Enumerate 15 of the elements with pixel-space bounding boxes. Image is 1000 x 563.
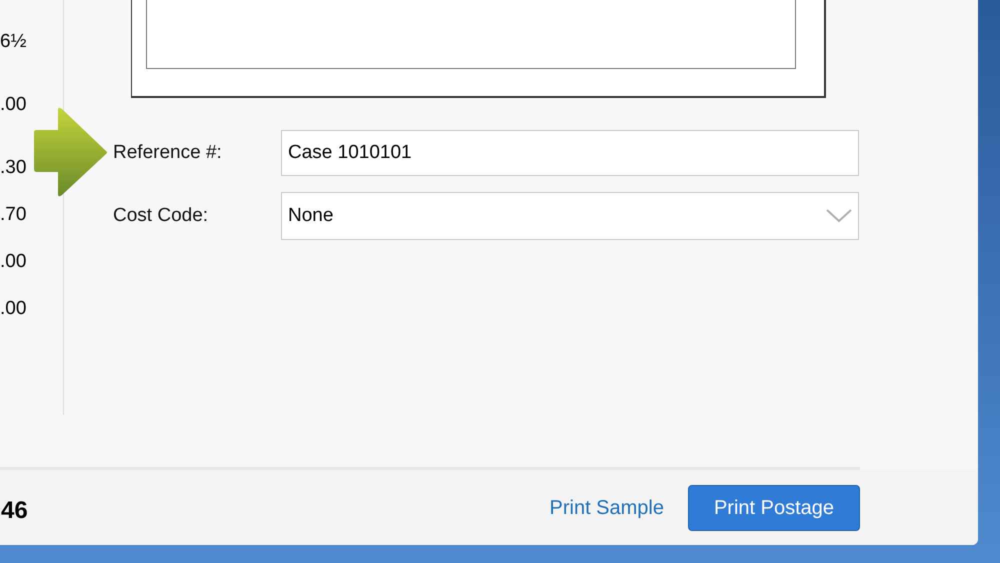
arrow-icon <box>34 106 108 198</box>
amount-text: .30 <box>0 156 26 180</box>
print-postage-button[interactable]: Print Postage <box>688 484 860 530</box>
amount-text: .70 <box>0 203 26 227</box>
amount-text: 6½ <box>0 30 26 54</box>
amount-text: .00 <box>0 250 26 274</box>
cost-code-select[interactable]: None <box>281 192 859 240</box>
chevron-down-icon <box>826 209 852 223</box>
field-label: Cost Code: <box>113 204 210 228</box>
reference-input[interactable]: Case 1010101 <box>281 130 859 176</box>
print-sample-link[interactable]: Print Sample <box>550 492 664 522</box>
amount-text: .00 <box>0 93 26 117</box>
field-label: Reference #: <box>113 140 223 165</box>
total-amount: 46 <box>1 496 28 526</box>
amount-text: .00 <box>0 297 26 321</box>
